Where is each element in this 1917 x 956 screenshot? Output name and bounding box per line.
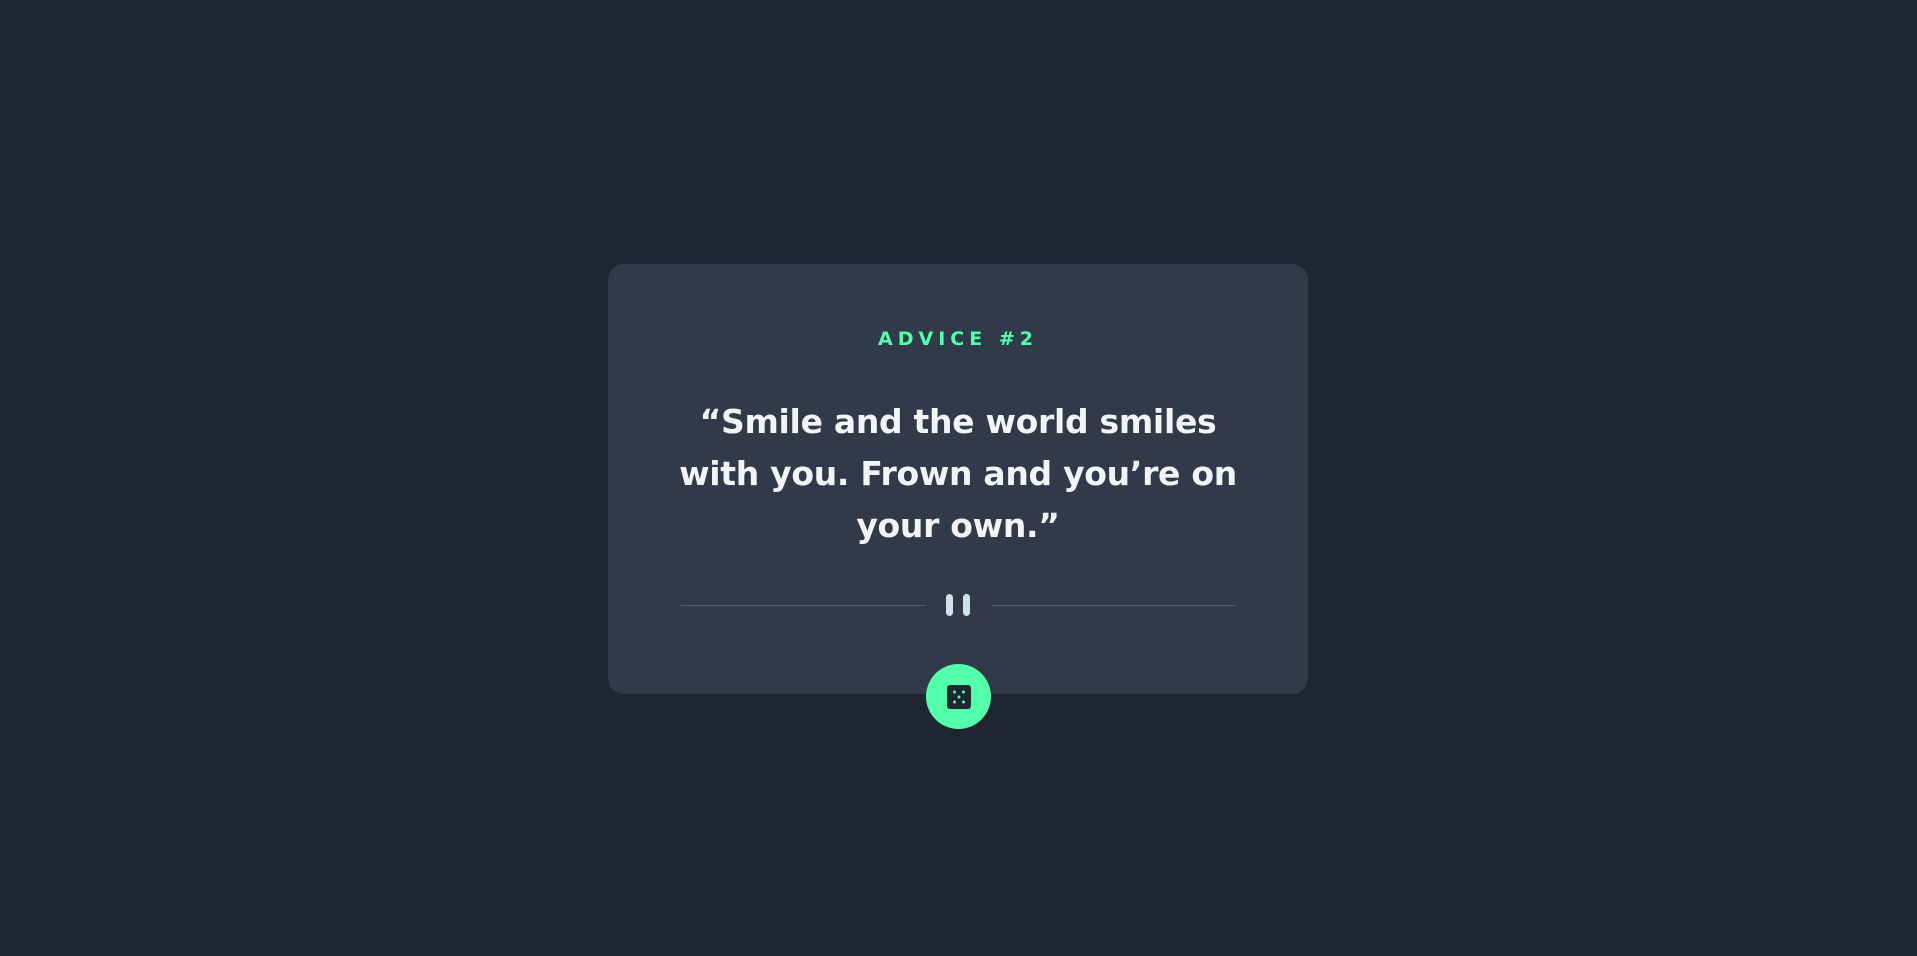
pause-bar-left [946,594,953,616]
new-advice-button[interactable] [926,664,991,729]
divider [681,594,1236,616]
dice-icon [947,685,971,709]
advice-number-label: ADVICE #2 [878,328,1038,350]
pause-bar-right [963,594,970,616]
page: ADVICE #2 “Smile and the world smiles wi… [0,0,1917,956]
divider-line-left [681,605,926,606]
pause-icon [944,594,972,616]
advice-card: ADVICE #2 “Smile and the world smiles wi… [608,264,1308,694]
advice-quote: “Smile and the world smiles with you. Fr… [679,402,1237,545]
divider-line-right [991,605,1236,606]
